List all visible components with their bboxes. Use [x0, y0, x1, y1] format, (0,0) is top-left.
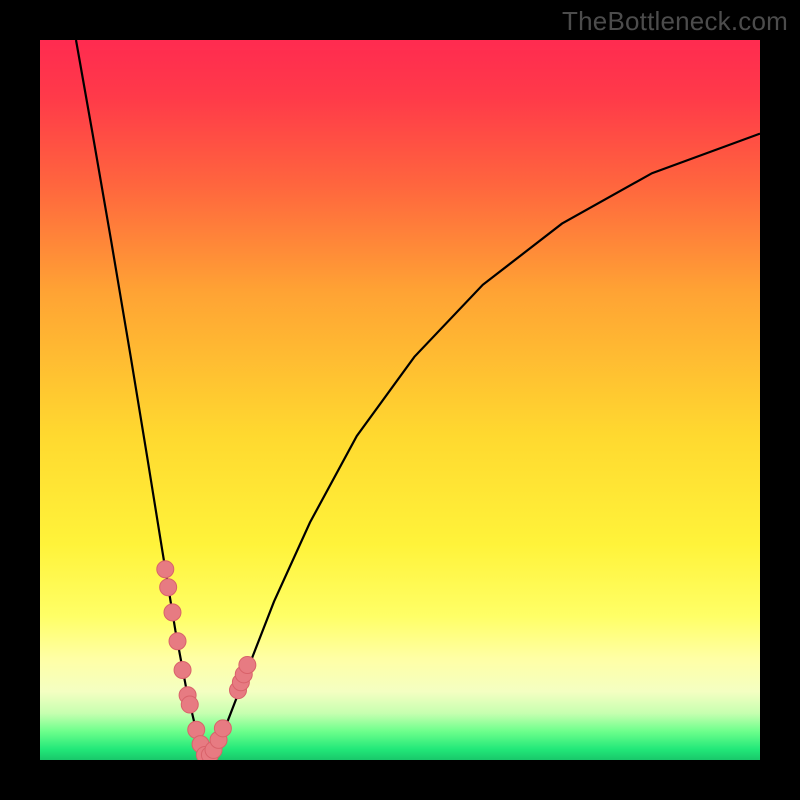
highlighted-points-group	[157, 561, 256, 760]
watermark-text: TheBottleneck.com	[562, 6, 788, 37]
data-point	[181, 696, 198, 713]
data-point	[214, 720, 231, 737]
data-point	[174, 662, 191, 679]
bottleneck-curve	[40, 40, 760, 760]
data-point	[169, 633, 186, 650]
data-point	[157, 561, 174, 578]
curve-left-branch	[76, 40, 206, 760]
chart-frame: TheBottleneck.com	[0, 0, 800, 800]
curve-right-branch	[206, 134, 760, 760]
data-point	[160, 579, 177, 596]
plot-area	[40, 40, 760, 760]
data-point	[239, 656, 256, 673]
data-point	[164, 604, 181, 621]
